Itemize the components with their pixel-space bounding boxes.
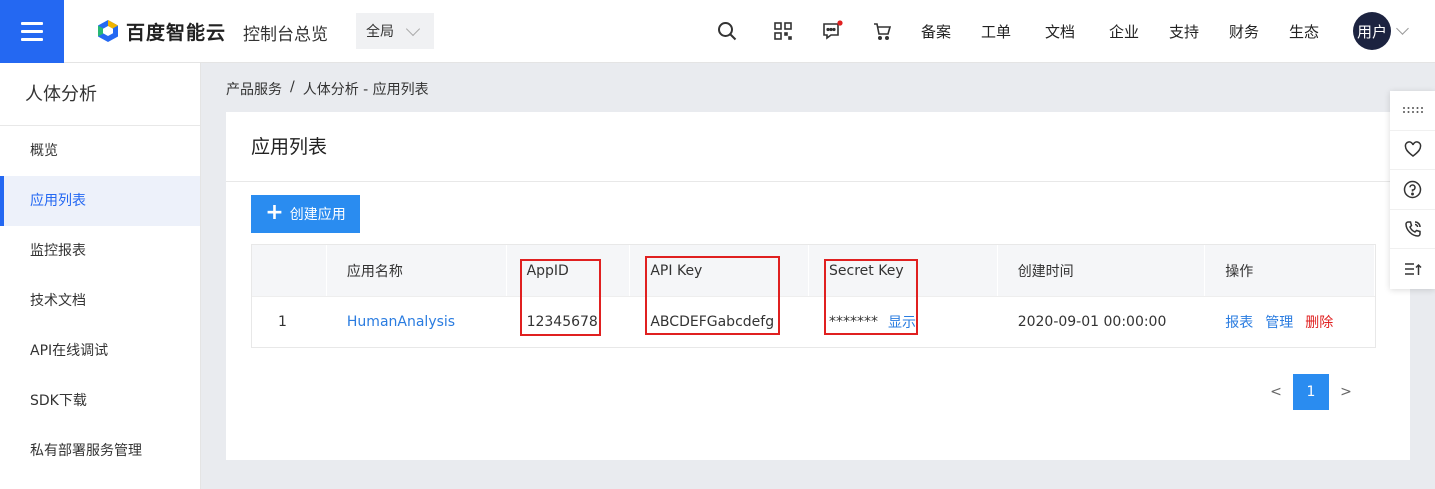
pagination: < 1 >	[1263, 373, 1359, 411]
delete-link[interactable]: 删除	[1305, 312, 1333, 332]
create-app-button[interactable]: + 创建应用	[251, 195, 360, 233]
back-to-top-icon[interactable]	[1390, 249, 1435, 289]
chevron-down-icon	[405, 21, 421, 36]
plus-icon: +	[265, 200, 284, 225]
header-secret-key: Secret Key	[809, 245, 998, 296]
region-scope-select[interactable]: 全局	[356, 13, 434, 49]
breadcrumb-root[interactable]: 产品服务	[226, 79, 282, 99]
manage-link[interactable]: 管理	[1265, 312, 1293, 332]
nav-link-ecosystem[interactable]: 生态	[1289, 21, 1319, 42]
floating-toolbar	[1390, 91, 1435, 289]
next-page-button[interactable]: >	[1333, 384, 1359, 400]
nav-link-ticket[interactable]: 工单	[981, 21, 1011, 42]
header-actions: 操作	[1205, 245, 1375, 296]
breadcrumb: 产品服务 / 人体分析 - 应用列表	[226, 79, 429, 99]
app-list-card: 应用列表 + 创建应用 应用名称 AppID API Key Secret Ke…	[226, 112, 1410, 460]
app-id-cell: 12345678	[526, 314, 598, 330]
breadcrumb-current: 人体分析 - 应用列表	[302, 82, 429, 98]
chevron-down-icon[interactable]	[1396, 22, 1409, 35]
heart-icon[interactable]	[1390, 131, 1435, 171]
report-link[interactable]: 报表	[1225, 312, 1253, 332]
sidebar-title: 人体分析	[0, 63, 200, 126]
created-time-cell: 2020-09-01 00:00:00	[1017, 314, 1167, 330]
product-sidebar: 人体分析 概览 应用列表 监控报表 技术文档 API在线调试 SDK下载 私有部…	[0, 63, 201, 489]
menu-bar-line	[21, 22, 43, 25]
app-name-link[interactable]: HumanAnalysis	[347, 314, 455, 330]
baidu-cloud-logo[interactable]: 百度智能云	[96, 17, 226, 45]
nav-link-finance[interactable]: 财务	[1229, 21, 1259, 42]
nav-link-enterprise[interactable]: 企业	[1109, 21, 1139, 42]
breadcrumb-separator: /	[290, 79, 295, 95]
qr-code-icon[interactable]	[771, 19, 795, 43]
user-avatar[interactable]: 用户	[1353, 12, 1391, 50]
menu-bar-line	[21, 30, 43, 33]
actions-cell: 报表 管理 删除	[1205, 297, 1375, 347]
api-key-cell: ABCDEFGabcdefg	[650, 314, 775, 330]
sidebar-item-monitoring[interactable]: 监控报表	[0, 226, 200, 276]
sidebar-item-private-deploy[interactable]: 私有部署服务管理	[0, 426, 200, 476]
logo-text: 百度智能云	[126, 21, 227, 44]
sidebar-item-overview[interactable]: 概览	[0, 126, 200, 176]
console-overview-link[interactable]: 控制台总览	[243, 20, 328, 45]
baidu-cloud-logo-icon	[98, 20, 118, 42]
row-index: 1	[278, 314, 287, 330]
header-created-time: 创建时间	[998, 245, 1206, 296]
nav-link-docs[interactable]: 文档	[1045, 21, 1075, 42]
sidebar-item-app-list[interactable]: 应用列表	[0, 176, 200, 226]
table-row: 1 HumanAnalysis 12345678 ABCDEFGabcdefg …	[252, 296, 1375, 347]
app-name-cell: HumanAnalysis	[327, 297, 507, 347]
sidebar-item-tech-docs[interactable]: 技术文档	[0, 276, 200, 326]
create-app-label: 创建应用	[289, 207, 346, 223]
nav-link-support[interactable]: 支持	[1169, 21, 1199, 42]
phone-icon[interactable]	[1390, 210, 1435, 250]
scope-value: 全局	[366, 24, 394, 40]
sidebar-item-sdk-download[interactable]: SDK下载	[0, 376, 200, 426]
help-icon[interactable]	[1390, 170, 1435, 210]
shopping-cart-icon[interactable]	[870, 19, 894, 43]
nav-link-filing[interactable]: 备案	[921, 21, 951, 42]
search-icon[interactable]	[715, 19, 739, 43]
menu-bar-line	[21, 38, 43, 41]
page-title: 应用列表	[226, 112, 1410, 182]
header-app-id: AppID	[507, 245, 631, 296]
drag-handle-icon[interactable]	[1390, 91, 1435, 131]
table-header-row: 应用名称 AppID API Key Secret Key 创建时间 操作	[252, 245, 1375, 296]
header-app-name: 应用名称	[327, 245, 507, 296]
page-number-current[interactable]: 1	[1293, 374, 1329, 410]
secret-key-cell: ******* 显示	[809, 297, 998, 347]
header-index	[252, 245, 327, 296]
top-navigation-bar: 百度智能云 控制台总览 全局 备案 工单 文档 企业 支持 财务 生态 用户	[0, 0, 1435, 63]
sidebar-item-api-debug[interactable]: API在线调试	[0, 326, 200, 376]
prev-page-button[interactable]: <	[1263, 384, 1289, 400]
hamburger-menu-button[interactable]	[0, 0, 64, 63]
header-api-key: API Key	[630, 245, 810, 296]
app-table: 应用名称 AppID API Key Secret Key 创建时间 操作 1 …	[251, 244, 1376, 348]
show-secret-link[interactable]: 显示	[888, 312, 916, 332]
secret-key-masked: *******	[829, 314, 879, 330]
message-icon[interactable]	[820, 19, 844, 43]
